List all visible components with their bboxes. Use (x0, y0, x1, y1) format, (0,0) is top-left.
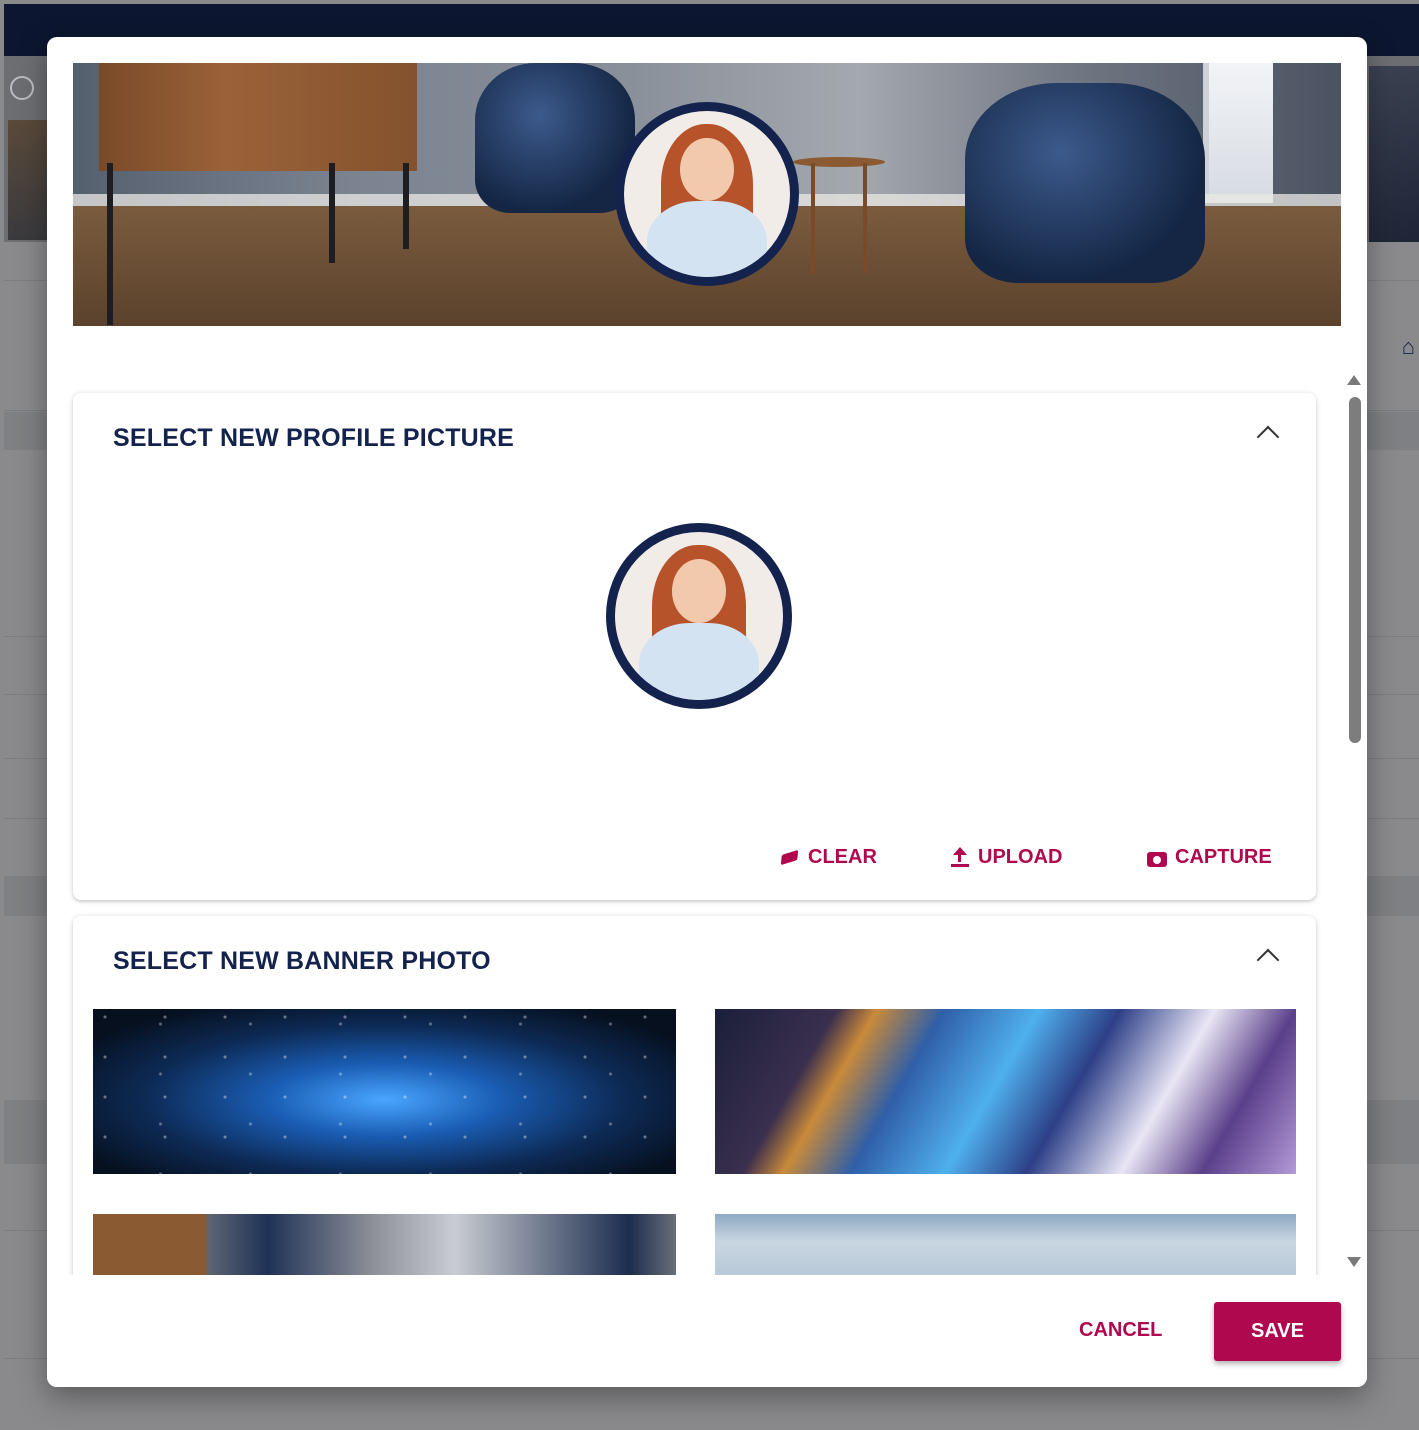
banner-window (1203, 63, 1273, 203)
banner-option-galaxy[interactable] (93, 1009, 676, 1174)
current-profile-avatar (615, 102, 799, 286)
banner-console-leg (329, 163, 335, 263)
dialog-scroll-area[interactable]: SELECT NEW PROFILE PICTURE CLEAR UPLOAD (47, 375, 1367, 1275)
avatar-shirt (647, 200, 767, 277)
chevron-up-icon[interactable] (1256, 948, 1280, 972)
upload-label: UPLOAD (978, 846, 1063, 868)
profile-photo-dialog: SELECT NEW PROFILE PICTURE CLEAR UPLOAD (47, 37, 1367, 1387)
search-icon (10, 76, 34, 100)
cancel-button[interactable]: CANCEL (1079, 1319, 1162, 1342)
banner-option-sky[interactable] (715, 1214, 1296, 1275)
profile-panel-title: SELECT NEW PROFILE PICTURE (113, 424, 515, 452)
save-button[interactable]: SAVE (1214, 1302, 1341, 1361)
banner-panel-title: SELECT NEW BANNER PHOTO (113, 947, 491, 975)
home-icon: ⌂ (1401, 334, 1415, 359)
eraser-icon (779, 847, 801, 869)
profile-picture-preview (606, 523, 792, 709)
upload-button[interactable]: UPLOAD (949, 846, 1062, 869)
background-thumbnail (8, 120, 48, 240)
capture-label: CAPTURE (1175, 846, 1272, 868)
banner-chair (475, 63, 635, 213)
dialog-footer: CANCEL SAVE (47, 1275, 1367, 1387)
profile-picture-panel: SELECT NEW PROFILE PICTURE CLEAR UPLOAD (73, 393, 1316, 900)
banner-option-light-streaks[interactable] (715, 1009, 1296, 1174)
profile-actions: CLEAR UPLOAD CAPTURE (73, 846, 1316, 876)
background-thumbnail (1369, 66, 1419, 242)
banner-photo-panel: SELECT NEW BANNER PHOTO (73, 916, 1316, 1275)
avatar-face (672, 558, 726, 623)
avatar-shirt (638, 622, 760, 700)
scroll-up-arrow[interactable] (1347, 375, 1361, 385)
scrollbar-thumb[interactable] (1349, 397, 1361, 743)
chevron-up-icon[interactable] (1256, 425, 1280, 449)
banner-console-leg (403, 163, 409, 249)
banner-side-table (793, 157, 885, 167)
upload-icon (949, 846, 971, 869)
scroll-down-arrow[interactable] (1347, 1257, 1361, 1267)
banner-option-living-room[interactable] (93, 1214, 676, 1275)
camera-icon (1146, 847, 1168, 869)
clear-button[interactable]: CLEAR (779, 846, 877, 869)
clear-label: CLEAR (808, 846, 877, 868)
banner-chair (965, 83, 1205, 283)
capture-button[interactable]: CAPTURE (1146, 846, 1272, 869)
banner-console-leg (107, 163, 113, 325)
avatar-face (680, 137, 734, 201)
banner-table-leg (811, 163, 815, 273)
banner-console-table (99, 63, 417, 171)
banner-table-leg (863, 163, 867, 273)
